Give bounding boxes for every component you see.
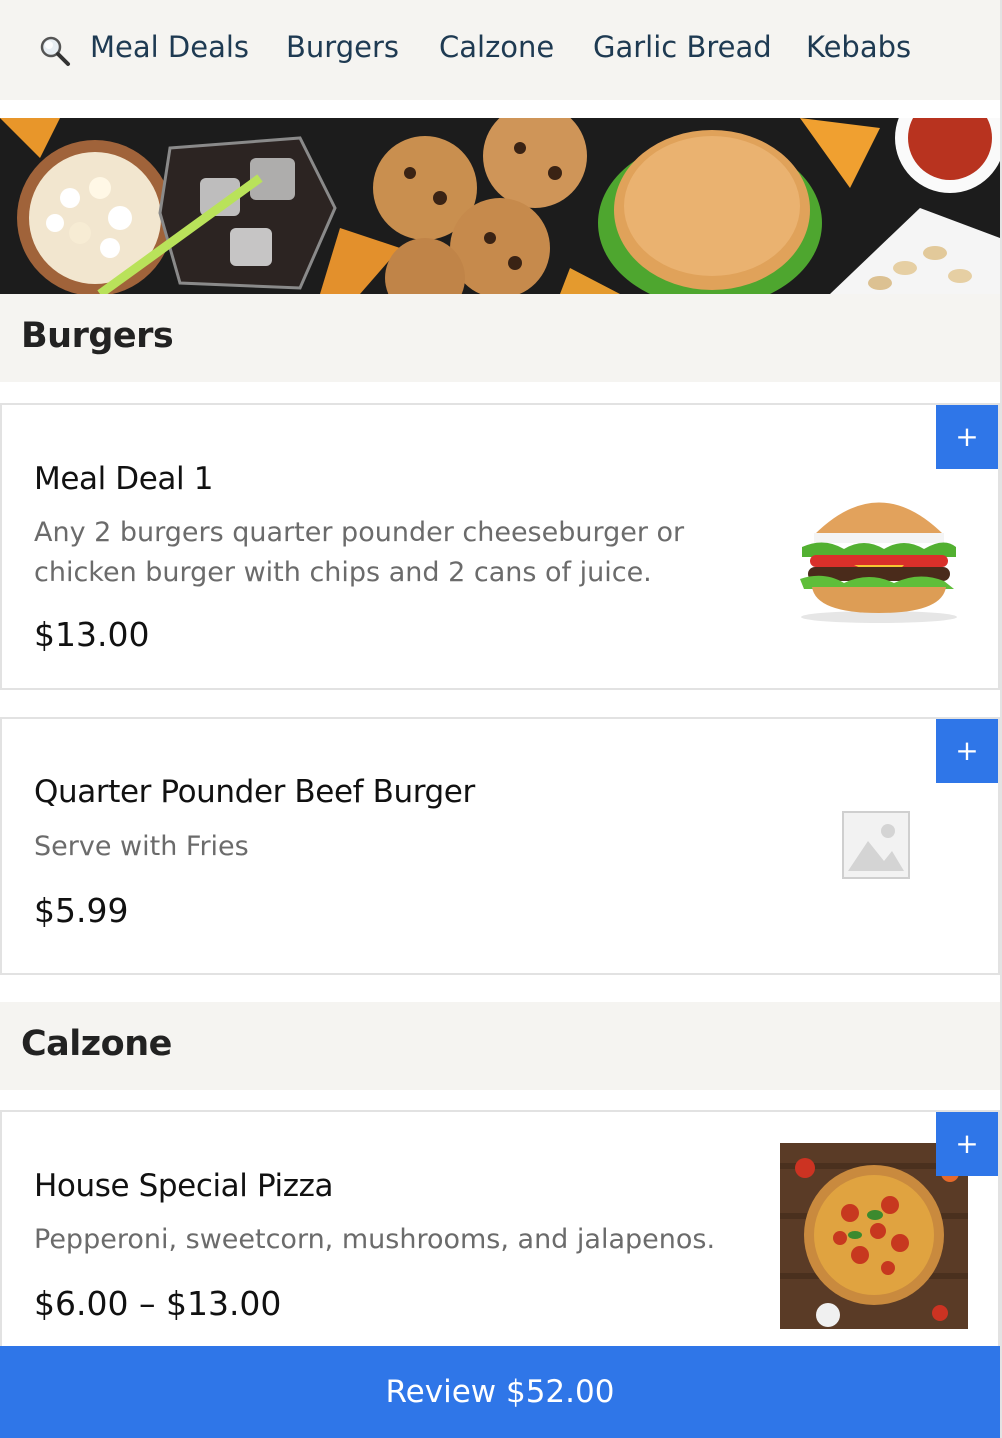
- section-header-calzone: Calzone: [0, 1002, 1000, 1090]
- product-description: Any 2 burgers quarter pounder cheeseburg…: [34, 517, 685, 548]
- product-title: House Special Pizza: [34, 1168, 334, 1204]
- product-card-quarter-pounder[interactable]: Quarter Pounder Beef Burger Serve with F…: [0, 717, 1000, 975]
- section-header-burgers: Burgers: [0, 294, 1000, 382]
- add-to-cart-button[interactable]: +: [936, 1112, 998, 1176]
- image-placeholder-icon: [842, 811, 910, 879]
- product-description: chicken burger with chips and 2 cans of …: [34, 557, 652, 588]
- category-nav: Meal Deals Burgers Calzone Garlic Bread …: [0, 0, 1000, 100]
- product-price: $13.00: [34, 615, 150, 654]
- section-title: Calzone: [21, 1024, 172, 1064]
- review-order-button[interactable]: Review $52.00: [0, 1346, 1000, 1438]
- add-to-cart-button[interactable]: +: [936, 719, 998, 783]
- search-icon[interactable]: [38, 34, 72, 68]
- section-title: Burgers: [21, 316, 174, 356]
- nav-burgers[interactable]: Burgers: [286, 30, 399, 64]
- nav-meal-deals[interactable]: Meal Deals: [90, 30, 249, 64]
- nav-kebabs[interactable]: Kebabs: [806, 30, 911, 64]
- product-card-meal-deal-1[interactable]: Meal Deal 1 Any 2 burgers quarter pounde…: [0, 403, 1000, 690]
- product-title: Meal Deal 1: [34, 461, 214, 497]
- add-to-cart-button[interactable]: +: [936, 405, 998, 469]
- product-price: $6.00 – $13.00: [34, 1284, 282, 1323]
- hero-banner-image: [0, 118, 1000, 294]
- nav-calzone[interactable]: Calzone: [439, 30, 554, 64]
- burger-image: [800, 502, 957, 623]
- product-card-house-special-pizza[interactable]: House Special Pizza Pepperoni, sweetcorn…: [0, 1110, 1000, 1370]
- product-description: Pepperoni, sweetcorn, mushrooms, and jal…: [34, 1224, 716, 1255]
- product-description: Serve with Fries: [34, 831, 249, 862]
- product-title: Quarter Pounder Beef Burger: [34, 774, 475, 810]
- nav-garlic-bread[interactable]: Garlic Bread: [593, 30, 772, 64]
- product-price: $5.99: [34, 891, 129, 930]
